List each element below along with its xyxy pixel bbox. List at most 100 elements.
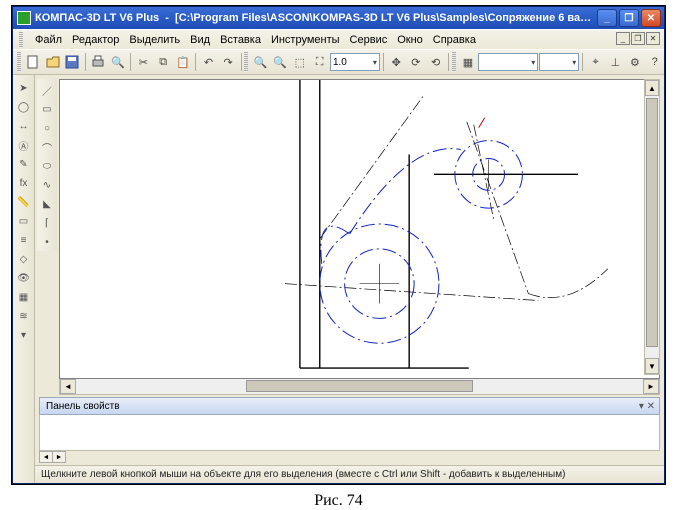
print-icon[interactable]	[89, 52, 108, 72]
workspace: ➤ ◯ ↔ Ⓐ ✎ fx 📏 ▭ ≡ ◇ 👁 ▦ ≋ ▾ ／ ▭ ○ ⌒ ⬭	[13, 75, 664, 483]
cut-icon[interactable]: ✂	[134, 52, 153, 72]
menu-insert[interactable]: Вставка	[220, 34, 261, 46]
menu-view[interactable]: Вид	[190, 34, 210, 46]
geom-ellipse-icon[interactable]: ⬭	[38, 157, 56, 175]
menu-select[interactable]: Выделить	[129, 34, 180, 46]
menu-service[interactable]: Сервис	[350, 34, 388, 46]
copy-icon[interactable]: ⧉	[154, 52, 173, 72]
figure-caption: Рис. 74	[0, 492, 677, 510]
tool-grid-icon[interactable]: ▦	[15, 288, 33, 306]
tb-sep	[130, 53, 131, 71]
doc-path: [C:\Program Files\ASCON\KOMPAS-3D LT V6 …	[175, 12, 597, 24]
tb-sep	[85, 53, 86, 71]
undo-icon[interactable]: ↶	[199, 52, 218, 72]
mdi-minimize[interactable]: _	[616, 32, 630, 45]
geom-fillet-icon[interactable]: ⌈	[38, 214, 56, 232]
drawing-canvas[interactable]	[59, 79, 660, 379]
property-panel-body	[39, 415, 660, 451]
toolbar-handle-1[interactable]	[17, 52, 21, 72]
tool-measure-icon[interactable]: 📏	[15, 193, 33, 211]
save-icon[interactable]	[63, 52, 82, 72]
horizontal-scrollbar[interactable]: ◄ ►	[59, 379, 660, 395]
vertical-scrollbar[interactable]: ▲ ▼	[644, 79, 660, 375]
grid-icon[interactable]: ▦	[459, 52, 478, 72]
document-area: ／ ▭ ○ ⌒ ⬭ ∿ ◣ ⌈ •	[35, 75, 664, 483]
tool-param-icon[interactable]: fx	[15, 174, 33, 192]
rotate-icon[interactable]: ⟳	[407, 52, 426, 72]
refresh-icon[interactable]: ⟲	[426, 52, 445, 72]
paste-icon[interactable]: 📋	[173, 52, 192, 72]
tool-ref-icon[interactable]: ◇	[15, 250, 33, 268]
ortho-icon[interactable]: ⊥	[606, 52, 625, 72]
snap-icon[interactable]: ⌖	[586, 52, 605, 72]
property-panel-header[interactable]: Панель свойств ▾ ✕	[39, 397, 660, 415]
tool-geometry-icon[interactable]: ◯	[15, 98, 33, 116]
help-icon[interactable]: ?	[645, 52, 664, 72]
title-text: КОМПАС-3D LT V6 Plus - [C:\Program Files…	[35, 12, 597, 24]
scale-combo[interactable]: 1.0	[330, 53, 380, 71]
toolbar-handle-3[interactable]	[452, 52, 456, 72]
zoom-window-icon[interactable]: ⬚	[291, 52, 310, 72]
titlebar[interactable]: КОМПАС-3D LT V6 Plus - [C:\Program Files…	[13, 7, 664, 29]
zoom-out-icon[interactable]: 🔍	[271, 52, 290, 72]
geom-circle-icon[interactable]: ○	[38, 119, 56, 137]
settings-icon[interactable]: ⚙	[626, 52, 645, 72]
minimize-button[interactable]: _	[597, 9, 617, 27]
menu-tools[interactable]: Инструменты	[271, 34, 340, 46]
geom-point-icon[interactable]: •	[38, 233, 56, 251]
toolbar-handle-2[interactable]	[244, 52, 248, 72]
tool-pointer-icon[interactable]: ➤	[15, 79, 33, 97]
close-button[interactable]: ✕	[641, 9, 661, 27]
tool-symbol-icon[interactable]: Ⓐ	[15, 136, 33, 154]
geom-line-icon[interactable]: ／	[38, 81, 56, 99]
zoom-in-icon[interactable]: 🔍	[251, 52, 270, 72]
layer-combo[interactable]	[539, 53, 579, 71]
tool-edit-icon[interactable]: ✎	[15, 155, 33, 173]
menubar: Файл Редактор Выделить Вид Вставка Инстр…	[13, 29, 664, 49]
tab-next-icon[interactable]: ►	[52, 451, 66, 463]
menu-file[interactable]: Файл	[35, 34, 62, 46]
maximize-button[interactable]: ❐	[619, 9, 639, 27]
left-toolbar: ➤ ◯ ↔ Ⓐ ✎ fx 📏 ▭ ≡ ◇ 👁 ▦ ≋ ▾	[13, 75, 35, 483]
scroll-up-icon[interactable]: ▲	[645, 80, 659, 96]
tool-layer-icon[interactable]: ≋	[15, 307, 33, 325]
scroll-v-thumb[interactable]	[646, 98, 658, 347]
tool-spec-icon[interactable]: ≡	[15, 231, 33, 249]
redo-icon[interactable]: ↷	[219, 52, 238, 72]
tool-view-icon[interactable]: 👁	[15, 269, 33, 287]
tab-prev-icon[interactable]: ◄	[39, 451, 53, 463]
scroll-down-icon[interactable]: ▼	[645, 358, 659, 374]
open-icon[interactable]	[43, 52, 62, 72]
tool-arrow-icon[interactable]: ▾	[15, 326, 33, 344]
scroll-v-track[interactable]	[645, 96, 659, 358]
geom-rect-icon[interactable]: ▭	[38, 100, 56, 118]
scroll-left-icon[interactable]: ◄	[60, 379, 76, 394]
tool-dimension-icon[interactable]: ↔	[15, 117, 33, 135]
canvas-wrap: ／ ▭ ○ ⌒ ⬭ ∿ ◣ ⌈ •	[35, 75, 664, 395]
mdi-controls: _ ❐ ✕	[616, 32, 660, 45]
tool-select-icon[interactable]: ▭	[15, 212, 33, 230]
scroll-h-track[interactable]	[76, 379, 643, 394]
geom-arc-icon[interactable]: ⌒	[38, 138, 56, 156]
menu-help[interactable]: Справка	[433, 34, 476, 46]
scroll-h-thumb[interactable]	[246, 380, 473, 392]
mdi-close[interactable]: ✕	[646, 32, 660, 45]
tb-sep	[582, 53, 583, 71]
tb-sep	[448, 53, 449, 71]
zoom-fit-icon[interactable]: ⛶	[310, 52, 329, 72]
new-doc-icon[interactable]	[24, 52, 43, 72]
tb-sep	[241, 53, 242, 71]
tb-sep	[195, 53, 196, 71]
scroll-right-icon[interactable]: ►	[643, 379, 659, 394]
preview-icon[interactable]: 🔍	[108, 52, 127, 72]
style-combo[interactable]	[478, 53, 538, 71]
menu-window[interactable]: Окно	[397, 34, 423, 46]
pan-icon[interactable]: ✥	[387, 52, 406, 72]
geom-chamfer-icon[interactable]: ◣	[38, 195, 56, 213]
mdi-restore[interactable]: ❐	[631, 32, 645, 45]
geom-spline-icon[interactable]: ∿	[38, 176, 56, 194]
menu-editor[interactable]: Редактор	[72, 34, 119, 46]
menubar-handle[interactable]	[19, 32, 23, 48]
statusbar: Щелкните левой кнопкой мыши на объекте д…	[35, 465, 664, 483]
panel-pin-icon[interactable]: ▾ ✕	[639, 401, 655, 412]
